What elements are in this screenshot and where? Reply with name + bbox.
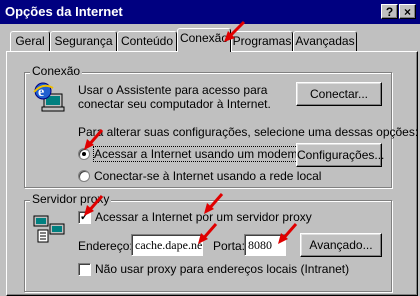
- advanced-button[interactable]: Avançado...: [300, 233, 382, 257]
- radio-lan-label[interactable]: Conectar-se à Internet usando a rede loc…: [94, 169, 321, 183]
- radio-modem-label[interactable]: Acessar a Internet usando um modem: [92, 146, 299, 162]
- annotation-arrow-icon: [84, 195, 104, 216]
- annotation-arrow-icon: [278, 223, 298, 244]
- active-tab-join: [178, 50, 230, 53]
- annotation-arrow-icon: [84, 129, 104, 150]
- address-label: Endereço:: [78, 239, 133, 253]
- address-input[interactable]: cache.dape.net: [131, 234, 203, 256]
- settings-button[interactable]: Configurações...: [296, 143, 384, 167]
- wizard-text-line-1: Usar o Assistente para acesso para: [78, 83, 268, 97]
- tab-seguranca[interactable]: Segurança: [50, 31, 117, 51]
- radio-lan[interactable]: [78, 170, 90, 182]
- help-button[interactable]: ?: [381, 4, 398, 19]
- wizard-text-line-2: conectar seu computador à Internet.: [78, 97, 271, 111]
- bypass-local-checkbox[interactable]: [78, 263, 91, 276]
- tab-label: Conteúdo: [120, 34, 174, 48]
- options-text: Para alterar suas configurações, selecio…: [78, 125, 419, 139]
- internet-connection-wizard-icon: e: [32, 80, 68, 116]
- tab-label: Avançadas: [295, 34, 355, 48]
- window-title: Opções da Internet: [5, 4, 123, 19]
- tab-geral[interactable]: Geral: [10, 31, 50, 51]
- tab-label: Geral: [15, 34, 45, 48]
- close-button[interactable]: ×: [399, 4, 416, 19]
- proxy-network-icon: [32, 214, 68, 244]
- close-icon: ×: [403, 5, 411, 19]
- tab-avancadas[interactable]: Avançadas: [293, 31, 357, 51]
- tab-conteudo[interactable]: Conteúdo: [117, 31, 177, 51]
- connection-group-legend: Conexão: [30, 64, 83, 78]
- help-icon: ?: [385, 5, 394, 19]
- annotation-arrow-icon: [198, 223, 218, 244]
- title-bar: Opções da Internet ? ×: [0, 0, 420, 24]
- annotation-arrow-icon: [204, 193, 224, 214]
- tab-label: Conexão: [179, 31, 229, 45]
- tab-label: Segurança: [54, 34, 113, 48]
- annotation-arrow-icon: [224, 20, 246, 42]
- bypass-local-label[interactable]: Não usar proxy para endereços locais (In…: [95, 262, 349, 276]
- connect-button[interactable]: Conectar...: [296, 82, 382, 106]
